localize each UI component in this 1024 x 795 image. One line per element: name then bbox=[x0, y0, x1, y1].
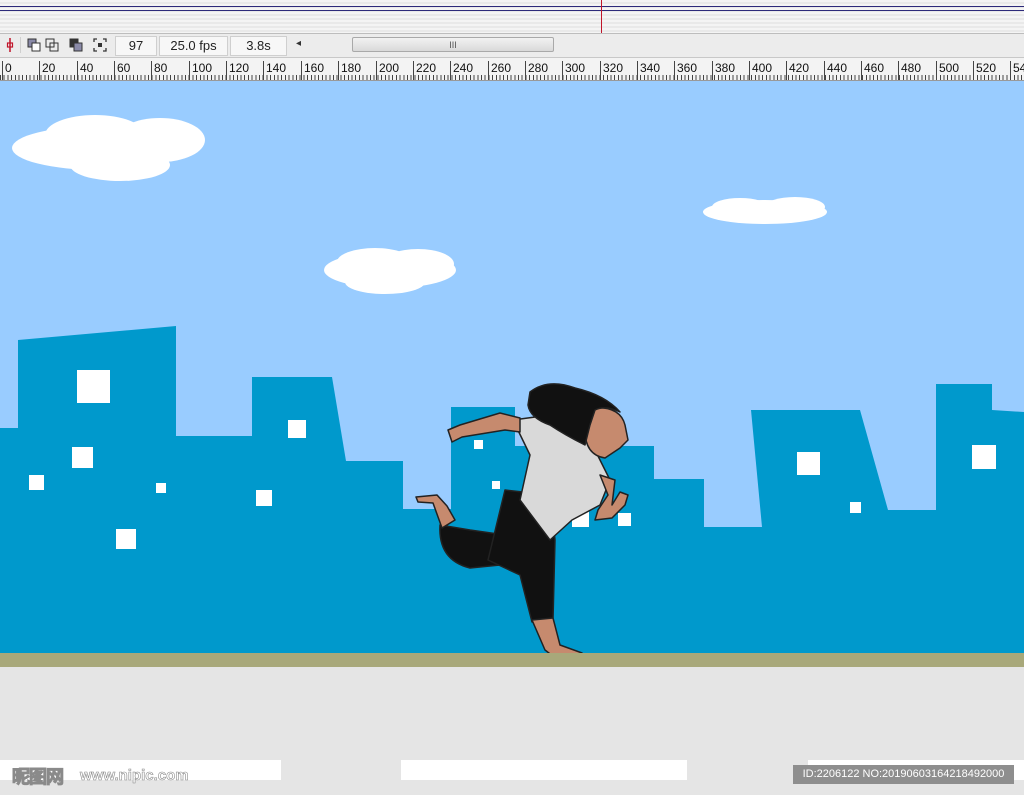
ruler-label: 40 bbox=[80, 61, 94, 75]
ruler-label: 520 bbox=[976, 61, 997, 75]
ruler-major-tick bbox=[263, 61, 264, 80]
ruler-major-tick bbox=[114, 61, 115, 80]
ruler-minor-ticks bbox=[0, 75, 1024, 80]
ruler-major-tick bbox=[338, 61, 339, 80]
ruler-major-tick bbox=[936, 61, 937, 80]
ruler-major-tick bbox=[488, 61, 489, 80]
ruler-major-tick bbox=[786, 61, 787, 80]
ruler-label: 380 bbox=[715, 61, 736, 75]
ruler-label: 60 bbox=[117, 61, 131, 75]
ruler-major-tick bbox=[824, 61, 825, 80]
ruler-major-tick bbox=[637, 61, 638, 80]
ruler-major-tick bbox=[973, 61, 974, 80]
ruler-label: 340 bbox=[640, 61, 661, 75]
ruler-label: 200 bbox=[379, 61, 400, 75]
ruler-major-tick bbox=[226, 61, 227, 80]
watermark-logo: 昵图网 bbox=[12, 767, 65, 788]
timeline-layer-line bbox=[0, 10, 1024, 11]
ruler-label: 280 bbox=[528, 61, 549, 75]
ruler-label: 500 bbox=[939, 61, 960, 75]
ruler-label: 420 bbox=[789, 61, 810, 75]
cloud-large bbox=[12, 115, 205, 181]
ruler-major-tick bbox=[151, 61, 152, 80]
ruler-major-tick bbox=[674, 61, 675, 80]
ruler-label: 400 bbox=[752, 61, 773, 75]
ruler-major-tick bbox=[2, 61, 3, 80]
timeline-toolbar: 97 25.0 fps 3.8s ◂ III bbox=[0, 34, 1024, 58]
watermark-url: www.nipic.com bbox=[80, 767, 189, 785]
ruler-major-tick bbox=[712, 61, 713, 80]
scroll-left-arrow-icon[interactable]: ◂ bbox=[296, 38, 301, 49]
ruler-label: 80 bbox=[154, 61, 168, 75]
ruler-label: 140 bbox=[266, 61, 287, 75]
onion-skin-toggle-icon[interactable] bbox=[2, 37, 18, 53]
ruler-label: 240 bbox=[453, 61, 474, 75]
ruler-major-tick bbox=[450, 61, 451, 80]
ruler-major-tick bbox=[861, 61, 862, 80]
ruler-major-tick bbox=[562, 61, 563, 80]
timeline-layer-line bbox=[0, 6, 1024, 7]
ruler-major-tick bbox=[189, 61, 190, 80]
ruler-label: 120 bbox=[229, 61, 250, 75]
timeline-frames[interactable] bbox=[0, 0, 1024, 34]
ruler-major-tick bbox=[77, 61, 78, 80]
watermark-id-badge: ID:2206122 NO:20190603164218492000 bbox=[793, 765, 1014, 784]
ruler-major-tick bbox=[39, 61, 40, 80]
city-skyline bbox=[0, 326, 1024, 653]
toolbar-separator bbox=[20, 37, 21, 53]
ruler-major-tick bbox=[1010, 61, 1011, 80]
ruler-major-tick bbox=[301, 61, 302, 80]
ruler-major-tick bbox=[600, 61, 601, 80]
cloud-small-right bbox=[703, 197, 827, 224]
stage-ruler: 0 20 40 60 80 100 120 140 160 180 200 220 240 260 280 3… bbox=[0, 58, 1024, 81]
frame-rate-field[interactable]: 25.0 fps bbox=[159, 36, 228, 56]
edit-multiple-frames-icon[interactable] bbox=[68, 37, 84, 53]
ruler-label: 220 bbox=[416, 61, 437, 75]
ruler-major-tick bbox=[413, 61, 414, 80]
timeline-scroll-thumb[interactable]: III bbox=[352, 37, 554, 52]
ruler-label: 260 bbox=[491, 61, 512, 75]
ruler-major-tick bbox=[525, 61, 526, 80]
ruler-label: 480 bbox=[901, 61, 922, 75]
elapsed-time-field: 3.8s bbox=[230, 36, 287, 56]
ruler-major-tick bbox=[376, 61, 377, 80]
onion-skin-outlines-icon[interactable] bbox=[44, 37, 60, 53]
current-frame-field[interactable]: 97 bbox=[115, 36, 157, 56]
ground-strip bbox=[0, 653, 1024, 667]
ruler-major-tick bbox=[749, 61, 750, 80]
lane-marking bbox=[401, 760, 687, 780]
ruler-label: 360 bbox=[677, 61, 698, 75]
ruler-label: 20 bbox=[42, 61, 56, 75]
ruler-label: 54 bbox=[1013, 61, 1024, 75]
ruler-label: 300 bbox=[565, 61, 586, 75]
stage-canvas[interactable] bbox=[0, 81, 1024, 653]
modify-markers-icon[interactable] bbox=[92, 37, 108, 53]
ruler-label: 0 bbox=[5, 61, 12, 75]
ruler-label: 320 bbox=[603, 61, 624, 75]
ruler-label: 460 bbox=[864, 61, 885, 75]
playhead[interactable] bbox=[601, 0, 602, 34]
onion-skin-icon[interactable] bbox=[26, 37, 42, 53]
stage-artwork bbox=[0, 115, 1024, 653]
cloud-medium bbox=[324, 248, 456, 294]
ruler-label: 100 bbox=[192, 61, 213, 75]
ruler-label: 180 bbox=[341, 61, 362, 75]
ruler-label: 160 bbox=[304, 61, 325, 75]
ruler-label: 440 bbox=[827, 61, 848, 75]
ruler-major-tick bbox=[898, 61, 899, 80]
